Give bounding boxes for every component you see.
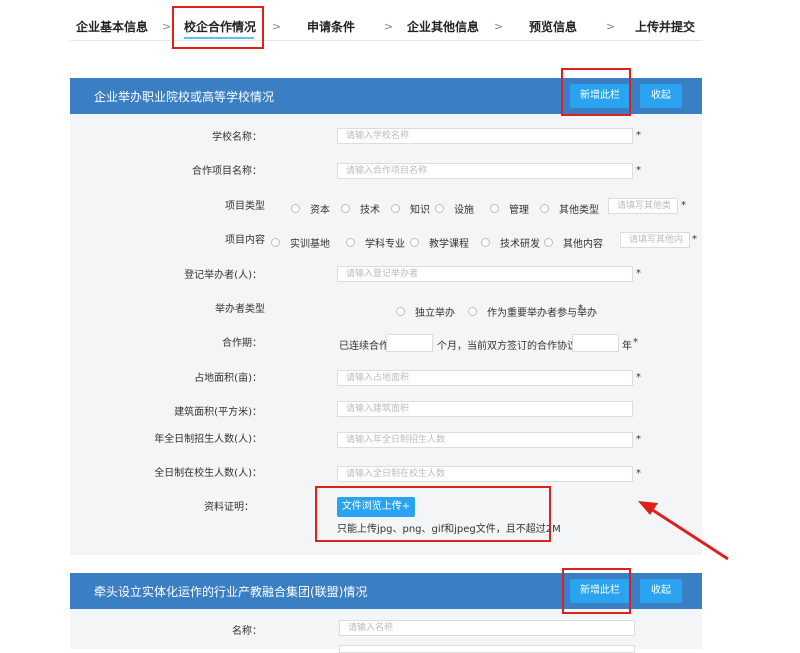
required-mark: * — [636, 165, 641, 176]
required-mark: * — [636, 130, 641, 141]
radio-option-courses[interactable]: 教学课程 — [410, 235, 469, 250]
file-upload-button[interactable]: 文件浏览上传+ — [337, 497, 415, 517]
school-name-input[interactable]: 请输入学校名称 — [337, 128, 633, 144]
radio-option-other-type[interactable]: 其他类型 — [540, 201, 599, 216]
radio-option-discipline[interactable]: 学科专业 — [346, 235, 405, 250]
current-students-input[interactable]: 请输入全日制在校生人数 — [337, 466, 633, 482]
radio-option-training-base[interactable]: 实训基地 — [271, 235, 330, 250]
land-area-label: 占地面积(亩)： — [194, 373, 262, 384]
step-separator: > — [384, 20, 394, 33]
step-divider — [70, 40, 702, 41]
required-mark: * — [636, 268, 641, 279]
required-mark: * — [578, 303, 583, 314]
radio-circle-icon[interactable] — [391, 204, 400, 213]
step-separator: > — [162, 20, 172, 33]
radio-option-capital[interactable]: 资本 — [291, 201, 330, 216]
required-mark: * — [636, 434, 641, 445]
step-upload-submit[interactable]: 上传并提交 — [635, 18, 695, 35]
building-area-label: 建筑面积(平方米)： — [174, 407, 262, 418]
radio-circle-icon[interactable] — [291, 204, 300, 213]
radio-circle-icon[interactable] — [435, 204, 444, 213]
school-name-label: 学校名称： — [212, 132, 262, 143]
step-company-basic-info[interactable]: 企业基本信息 — [76, 18, 148, 35]
step-application-conditions[interactable]: 申请条件 — [307, 18, 355, 35]
add-section-button[interactable]: 新增此栏 — [570, 84, 630, 108]
radio-option-technology[interactable]: 技术 — [341, 201, 380, 216]
radio-circle-icon[interactable] — [396, 307, 405, 316]
required-mark: * — [681, 200, 686, 211]
radio-option-facilities[interactable]: 设施 — [435, 201, 474, 216]
radio-circle-icon[interactable] — [410, 238, 419, 247]
active-step-underline — [184, 37, 254, 39]
current-students-label: 全日制在校生人数(人)： — [154, 468, 262, 479]
organizer-label: 登记举办者(人)： — [184, 270, 262, 281]
add-section-button[interactable]: 新增此栏 — [570, 579, 630, 603]
step-separator: > — [606, 20, 616, 33]
project-name-input[interactable]: 请输入合作项目名称 — [337, 163, 633, 179]
organizer-input[interactable]: 请输入登记举办者 — [337, 266, 633, 282]
radio-option-other-content[interactable]: 其他内容 — [544, 235, 603, 250]
radio-circle-icon[interactable] — [490, 204, 499, 213]
required-mark: * — [636, 372, 641, 383]
collapse-button[interactable]: 收起 — [640, 84, 682, 108]
annual-enrollment-label: 年全日制招生人数(人)： — [154, 434, 262, 445]
section2-title: 牵头设立实体化运作的行业产教融合集团(联盟)情况 — [94, 585, 368, 599]
name-label: 名称： — [232, 626, 262, 637]
collapse-button[interactable]: 收起 — [640, 579, 682, 603]
cooperation-period-label: 合作期： — [222, 338, 262, 349]
next-field-input[interactable] — [339, 645, 635, 653]
radio-option-knowledge[interactable]: 知识 — [391, 201, 430, 216]
required-mark: * — [633, 337, 638, 348]
radio-circle-icon[interactable] — [341, 204, 350, 213]
name-input[interactable]: 请输入名称 — [339, 620, 635, 636]
radio-option-rnd[interactable]: 技术研发 — [481, 235, 540, 250]
step-separator: > — [494, 20, 504, 33]
section1-header: 企业举办职业院校或高等学校情况 新增此栏 收起 — [70, 78, 702, 114]
radio-option-management[interactable]: 管理 — [490, 201, 529, 216]
project-name-label: 合作项目名称： — [192, 166, 262, 177]
months-input[interactable] — [386, 334, 433, 352]
documents-label: 资料证明： — [204, 502, 254, 513]
organizer-type-label: 举办者类型 — [215, 304, 265, 315]
radio-circle-icon[interactable] — [544, 238, 553, 247]
required-mark: * — [636, 468, 641, 479]
step-school-enterprise-cooperation[interactable]: 校企合作情况 — [184, 18, 256, 35]
building-area-input[interactable]: 请输入建筑面积 — [337, 401, 633, 417]
radio-circle-icon[interactable] — [346, 238, 355, 247]
step-separator: > — [272, 20, 282, 33]
required-mark: * — [692, 234, 697, 245]
radio-circle-icon[interactable] — [271, 238, 280, 247]
section1-title: 企业举办职业院校或高等学校情况 — [94, 90, 275, 104]
section2-header: 牵头设立实体化运作的行业产教融合集团(联盟)情况 新增此栏 收起 — [70, 573, 702, 609]
agreement-year-input[interactable] — [572, 334, 619, 352]
project-content-label: 项目内容 — [225, 235, 265, 246]
period-middle-text: 个月，当前双方签订的合作协议至 — [437, 341, 587, 352]
annual-enrollment-input[interactable]: 请输入年全日制招生人数 — [337, 432, 633, 448]
upload-hint-text: 只能上传jpg、png、gif和jpeg文件，且不超过2M — [337, 524, 561, 535]
land-area-input[interactable]: 请输入占地面积 — [337, 370, 633, 386]
radio-circle-icon[interactable] — [468, 307, 477, 316]
radio-circle-icon[interactable] — [481, 238, 490, 247]
step-company-other-info[interactable]: 企业其他信息 — [407, 18, 479, 35]
other-content-input[interactable]: 请填写其他内 — [620, 232, 690, 248]
project-type-label: 项目类型 — [225, 201, 265, 212]
red-arrow-icon — [638, 501, 729, 561]
step-preview-info[interactable]: 预览信息 — [529, 18, 577, 35]
radio-circle-icon[interactable] — [540, 204, 549, 213]
period-prefix-text: 已连续合作 — [339, 341, 389, 352]
period-suffix-text: 年 — [622, 341, 632, 352]
other-type-input[interactable]: 请填写其他类 — [608, 198, 678, 214]
radio-option-independent[interactable]: 独立举办 — [396, 304, 455, 319]
